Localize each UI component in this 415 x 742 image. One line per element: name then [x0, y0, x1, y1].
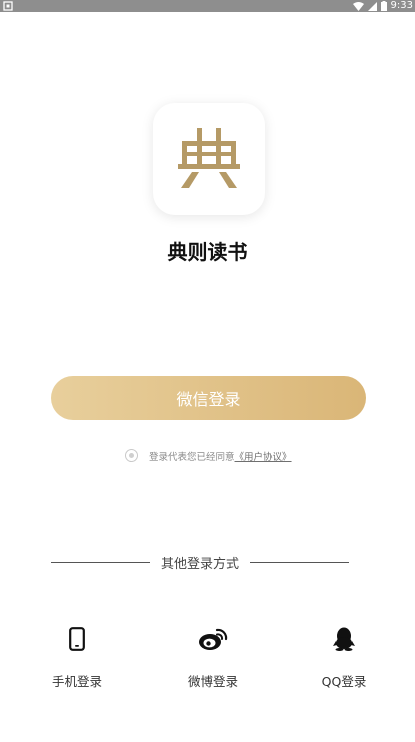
phone-login-label: 手机登录 [51, 674, 102, 689]
agreement-row: 登录代表您已经同意 《用户协议》 [125, 447, 292, 464]
battery-icon [380, 1, 387, 11]
app-logo-glyph-icon [178, 128, 240, 188]
qq-icon [333, 627, 355, 651]
agreement-radio[interactable] [125, 449, 138, 462]
divider-line-right [250, 561, 350, 563]
weibo-icon [199, 628, 228, 650]
qq-login-label: QQ登录 [321, 674, 367, 689]
app-name: 典则读书 [167, 240, 248, 264]
agreement-text: 登录代表您已经同意 [149, 451, 235, 463]
weibo-login-label: 微博登录 [187, 674, 238, 689]
divider-line-left [51, 561, 150, 563]
weibo-login-button[interactable]: 微博登录 [168, 622, 258, 690]
wechat-login-button[interactable]: 微信登录 [51, 376, 366, 420]
qq-login-button[interactable]: QQ登录 [299, 622, 389, 690]
other-login-divider: 其他登录方式 [51, 553, 350, 572]
app-logo [153, 103, 265, 215]
wifi-icon [352, 1, 364, 11]
status-bar: 9:33 [0, 0, 415, 12]
signal-icon [367, 1, 377, 11]
status-icons: 9:33 [352, 0, 415, 12]
user-agreement-link[interactable]: 《用户协议》 [235, 449, 292, 463]
status-time: 9:33 [390, 0, 413, 11]
phone-login-button[interactable]: 手机登录 [32, 622, 122, 690]
phone-icon [69, 627, 85, 651]
other-login-title: 其他登录方式 [161, 556, 240, 572]
notification-icon [3, 1, 13, 11]
